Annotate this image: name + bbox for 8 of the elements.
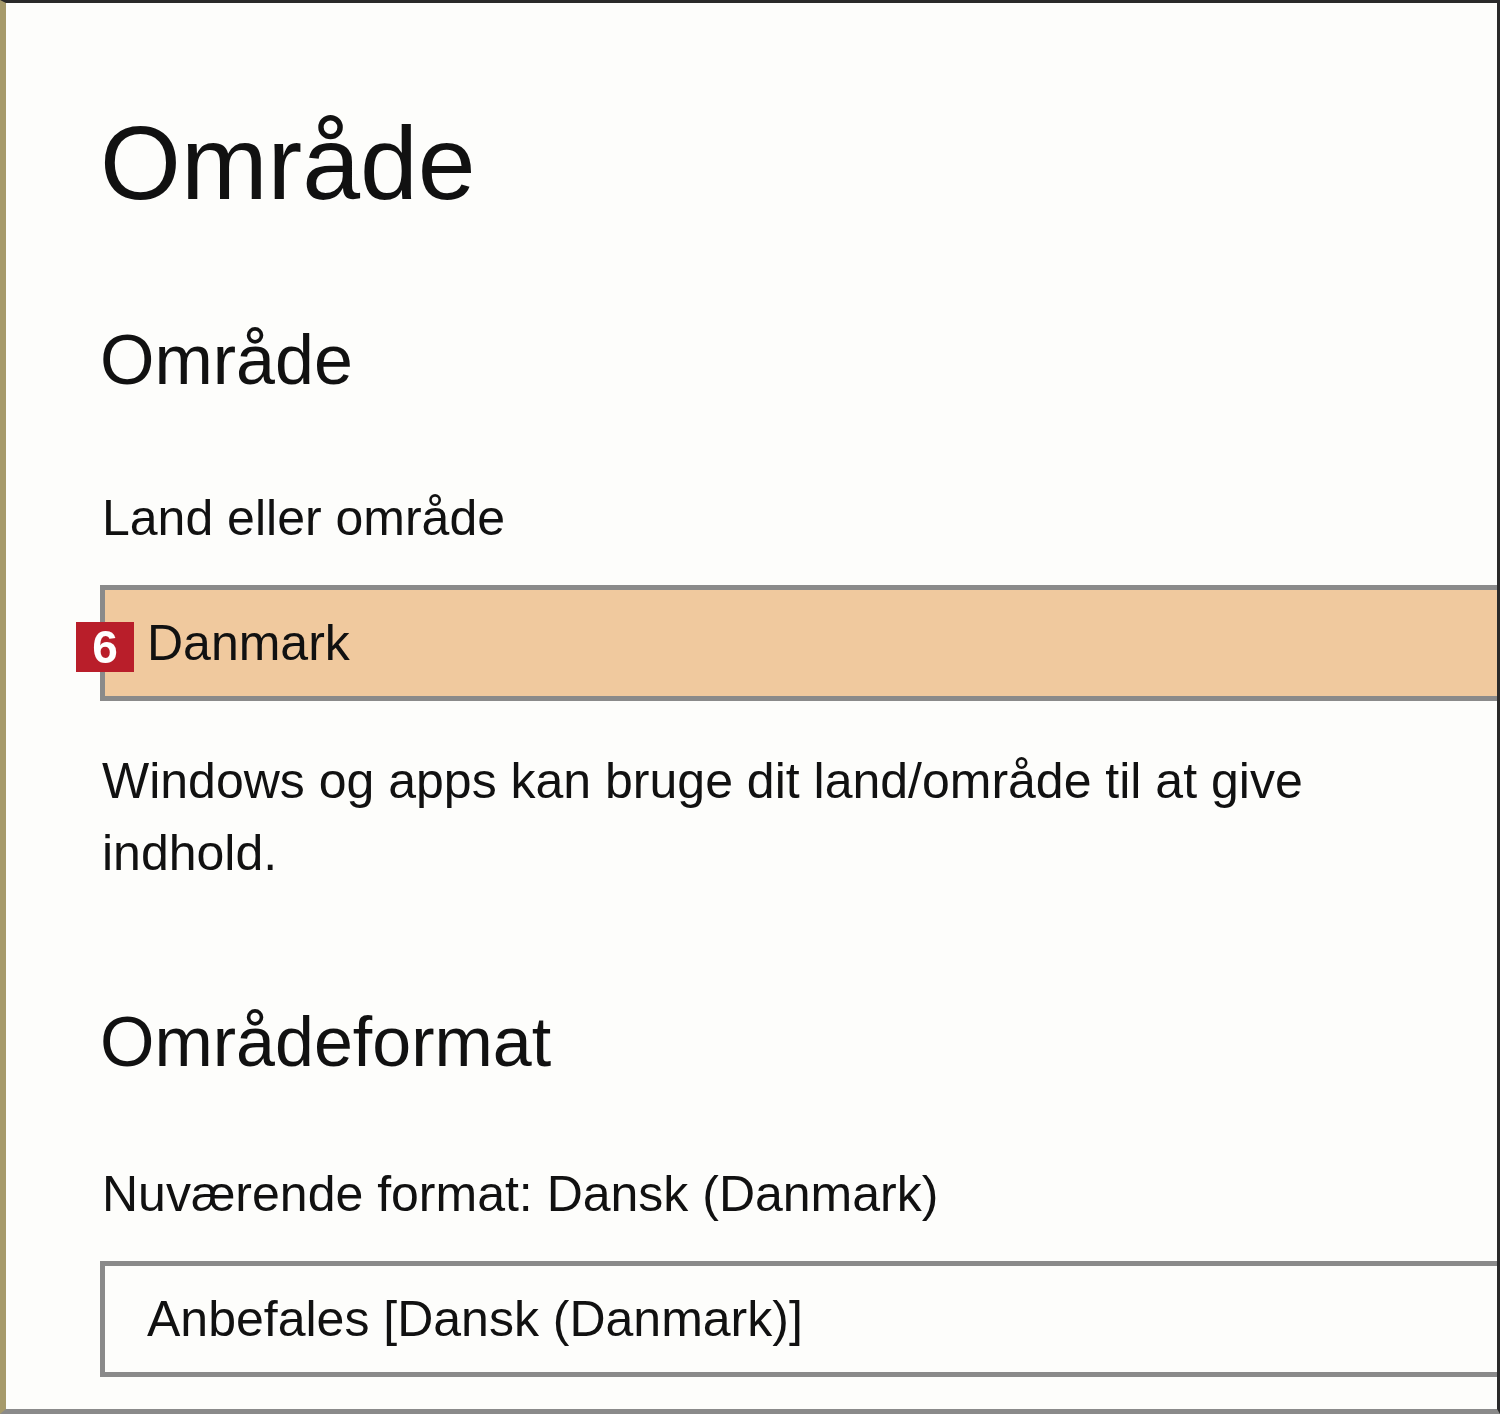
section-heading: Område (100, 325, 353, 395)
number-badge: 6 (76, 622, 134, 672)
description-text: Windows og apps kan bruge dit land/område til at give indhold. (102, 752, 1304, 883)
page-title: Område (100, 104, 476, 215)
section-heading: Områdeformat (100, 1007, 552, 1077)
field-label: Land eller område (102, 493, 506, 543)
format-dropdown[interactable]: Anbefales [Dansk (Danmark)] (100, 1261, 1497, 1377)
field-label: Nuværende format: Dansk (Danmark) (102, 1169, 939, 1219)
